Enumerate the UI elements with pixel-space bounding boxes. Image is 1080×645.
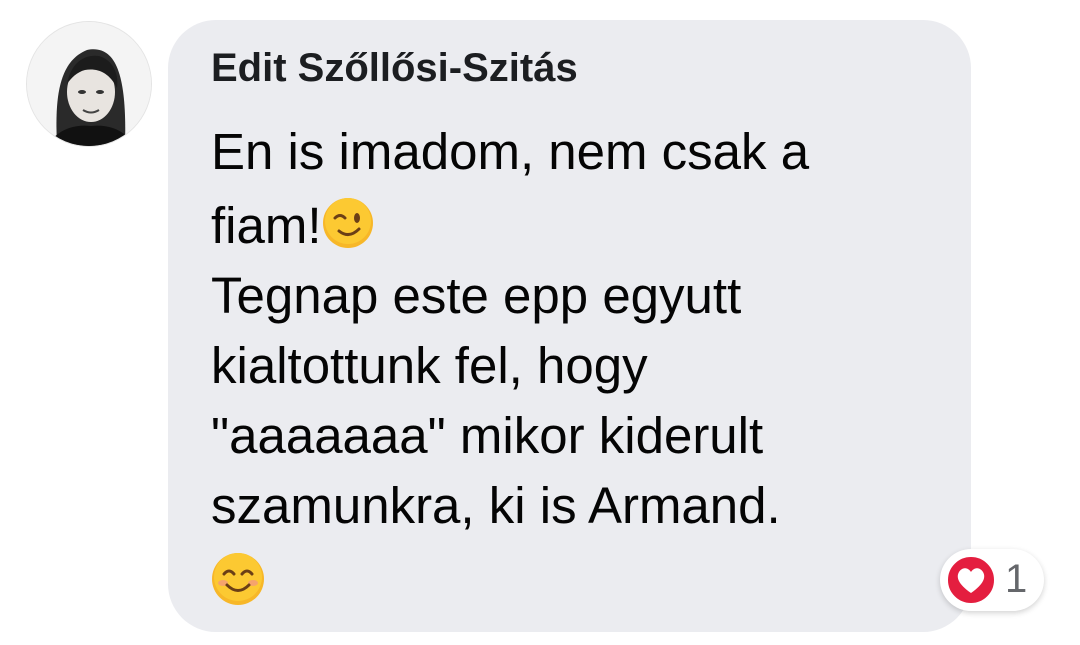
comment-bubble xyxy=(168,20,971,632)
winking-face-emoji xyxy=(322,197,374,262)
reaction-summary-button[interactable]: 1 xyxy=(940,549,1044,611)
reaction-count: 1 xyxy=(1005,557,1028,601)
comment-author[interactable]: Edit Szőllősi-Szitás xyxy=(211,46,578,91)
comment-text-line: szamunkra, ki is Armand. xyxy=(211,477,781,534)
comment-text-line-with-emoji: fiam! xyxy=(211,196,374,262)
comment-thread: Edit Szőllősi-Szitás En is imadom, nem c… xyxy=(0,0,1080,645)
avatar[interactable] xyxy=(27,22,151,146)
comment-text-line: kialtottunk fel, hogy xyxy=(211,337,648,394)
comment-text-line: "aaaaaaa" mikor kiderult xyxy=(211,407,764,464)
comment-text-line: En is imadom, nem csak a xyxy=(211,123,810,180)
avatar-photo xyxy=(27,22,151,146)
comment-emoji-line xyxy=(211,552,265,619)
smiling-face-emoji xyxy=(211,552,265,619)
comment-text-line: fiam! xyxy=(211,197,322,254)
love-reaction-icon xyxy=(946,555,996,605)
comment-text-line: Tegnap este epp egyutt xyxy=(211,267,742,324)
